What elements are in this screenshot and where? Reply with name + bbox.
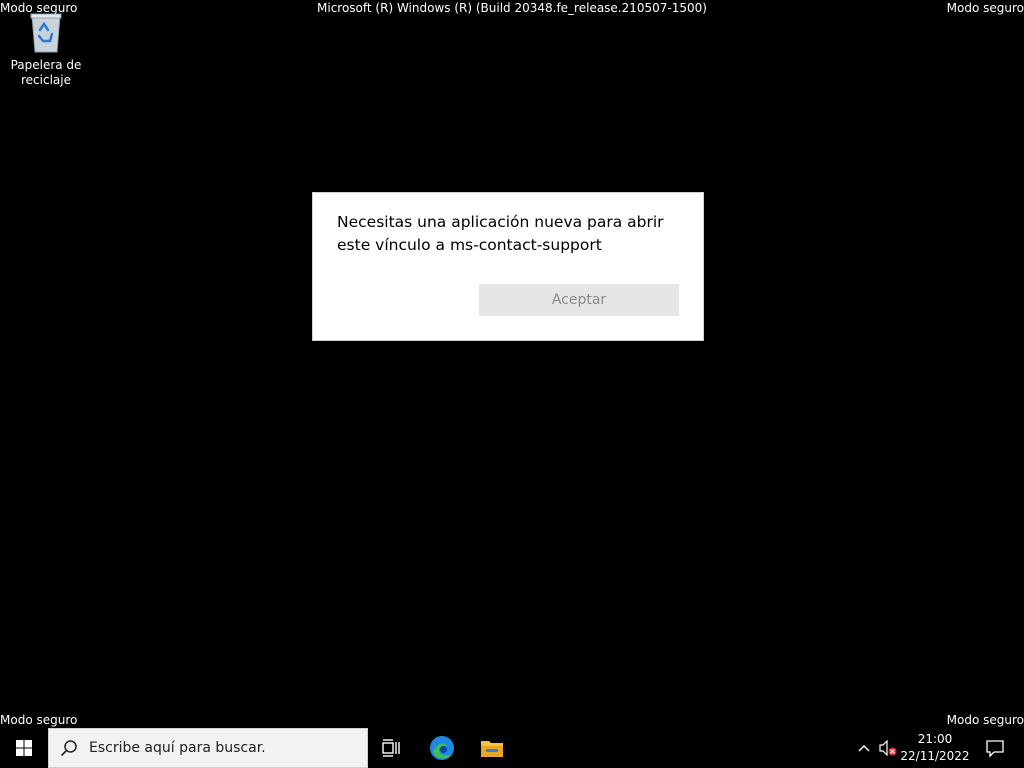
action-center-icon xyxy=(986,740,1004,758)
app-needed-dialog: Necesitas una aplicación nueva para abri… xyxy=(312,192,704,341)
volume-button[interactable] xyxy=(876,728,900,768)
start-button[interactable] xyxy=(0,728,48,768)
safe-mode-label-bottom-left: Modo seguro xyxy=(0,713,78,727)
recycle-bin-label: Papelera de reciclaje xyxy=(10,58,82,87)
search-box[interactable]: Escribe aquí para buscar. xyxy=(48,728,368,768)
speaker-muted-icon xyxy=(879,740,897,756)
dialog-message: Necesitas una aplicación nueva para abri… xyxy=(337,213,664,254)
search-placeholder: Escribe aquí para buscar. xyxy=(89,740,266,756)
show-hidden-icons-button[interactable] xyxy=(852,728,876,768)
search-icon xyxy=(49,739,89,757)
safe-mode-label-bottom-right: Modo seguro xyxy=(946,713,1024,727)
recycle-bin-shortcut[interactable]: Papelera de reciclaje xyxy=(8,10,84,88)
clock[interactable]: 21:00 22/11/2022 xyxy=(900,728,970,768)
windows-build-label: Microsoft (R) Windows (R) (Build 20348.f… xyxy=(317,1,707,15)
task-view-button[interactable] xyxy=(368,728,416,768)
recycle-bin-icon xyxy=(26,10,66,54)
taskbar: Escribe aquí para buscar. 21:00 22/11/20… xyxy=(0,728,1024,768)
action-center-button[interactable] xyxy=(976,728,1014,768)
task-view-icon xyxy=(382,739,400,757)
folder-icon xyxy=(481,741,503,757)
edge-taskbar-button[interactable] xyxy=(418,728,466,768)
clock-time: 21:00 xyxy=(917,732,953,746)
chevron-up-icon xyxy=(858,745,870,752)
accept-button[interactable]: Aceptar xyxy=(479,284,679,316)
windows-logo-icon xyxy=(16,740,32,756)
file-explorer-button[interactable] xyxy=(468,728,516,768)
clock-date: 22/11/2022 xyxy=(900,749,970,763)
edge-icon xyxy=(430,736,454,760)
safe-mode-label-top-right: Modo seguro xyxy=(946,1,1024,15)
